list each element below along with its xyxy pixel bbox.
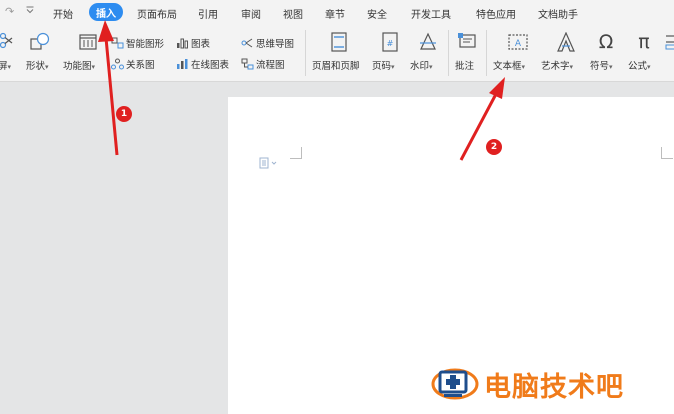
annotation-badge-2: 2 bbox=[486, 139, 502, 155]
watermark-text: 电脑技术吧 bbox=[484, 371, 624, 403]
annotation-arrows bbox=[98, 20, 505, 161]
annotation-badge-1: 1 bbox=[116, 106, 132, 122]
watermark-logo-icon bbox=[431, 368, 479, 400]
arrow-1 bbox=[98, 20, 119, 156]
site-watermark: 电脑技术吧 bbox=[430, 364, 624, 404]
